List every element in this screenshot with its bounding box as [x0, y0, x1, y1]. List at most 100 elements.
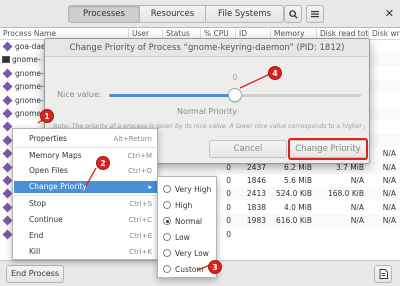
cancel-button[interactable]: Cancel	[209, 140, 287, 158]
process-icon	[2, 95, 13, 106]
cell-disk-write: N/A	[382, 189, 396, 199]
process-icon	[2, 148, 13, 159]
process-info-button[interactable]	[374, 265, 392, 283]
priority-option-label: High	[175, 200, 193, 210]
priority-high[interactable]: High	[160, 197, 216, 213]
process-name-label: gnome-	[12, 55, 41, 65]
search-button[interactable]	[284, 5, 302, 23]
end-process-button[interactable]: End Process	[6, 265, 64, 283]
close-icon[interactable]: ✕	[385, 7, 394, 20]
tab-file-systems[interactable]: File Systems	[206, 5, 284, 23]
priority-option-label: Normal	[175, 216, 203, 226]
menu-button[interactable]	[306, 5, 324, 23]
annotation-badge-2: 2	[96, 156, 110, 170]
nice-slider-fill	[109, 94, 235, 97]
menu-item-label: Continue	[29, 215, 63, 224]
cell-disk-read: N/A	[350, 216, 364, 226]
process-icon	[2, 202, 13, 213]
menu-item-continue[interactable]: Continue Ctrl+C	[14, 214, 158, 226]
menu-item-accel: Alt+Return	[113, 135, 152, 143]
menu-item-end[interactable]: End Ctrl+E	[14, 230, 158, 242]
cell-memory: 616.0 KiB	[275, 216, 312, 226]
cell-disk-write	[370, 80, 400, 93]
cell-disk-write	[370, 134, 400, 147]
nice-slider-handle[interactable]	[228, 88, 242, 102]
priority-normal[interactable]: Normal	[160, 213, 216, 229]
menu-item-accel: Ctrl+M	[127, 152, 152, 160]
tab-resources[interactable]: Resources	[140, 5, 206, 23]
cell-disk-write: N/A	[382, 216, 396, 226]
menu-item-kill[interactable]: Kill Ctrl+K	[14, 246, 158, 258]
process-icon	[2, 162, 13, 173]
document-info-icon	[379, 269, 388, 279]
menu-item-label: Properties	[29, 134, 67, 143]
cell-disk-write: N/A	[382, 202, 396, 212]
cell-disk-read: 168.0 KiB	[327, 189, 364, 199]
menu-item-stop[interactable]: Stop Ctrl+S	[14, 198, 158, 210]
menu-item-properties[interactable]: Properties Alt+Return	[14, 133, 158, 145]
nice-value-label: Nice value:	[57, 90, 102, 99]
annotation-badge-1: 1	[40, 109, 54, 123]
priority-low[interactable]: Low	[160, 229, 216, 245]
cell-id	[236, 228, 270, 241]
process-icon	[2, 81, 13, 92]
dialog-title: Change Priority of Process “gnome-keyrin…	[45, 39, 369, 57]
radio-icon	[163, 233, 171, 241]
cell-disk-write	[370, 120, 400, 133]
hamburger-menu-icon	[311, 11, 319, 18]
radio-icon	[163, 201, 171, 209]
cell-disk-read: N/A	[350, 176, 364, 185]
cell-memory: 5.6 MiB	[283, 176, 312, 185]
radio-icon	[163, 185, 171, 193]
priority-description: Normal Priority	[177, 107, 237, 116]
view-tabs: Processes Resources File Systems	[68, 5, 284, 23]
priority-very-high[interactable]: Very High	[160, 181, 216, 197]
menu-item-accel: Ctrl+S	[129, 200, 152, 208]
menu-item-memory-maps[interactable]: Memory Maps Ctrl+M	[14, 150, 158, 162]
menu-item-change-priority[interactable]: Change Priority ▸	[14, 181, 158, 193]
cell-id: 2413	[246, 189, 266, 199]
cell-memory: 4.0 MiB	[283, 202, 312, 212]
cell-disk-write	[370, 228, 400, 241]
menu-item-label: Stop	[29, 199, 47, 208]
menu-item-accel: Ctrl+K	[129, 248, 152, 256]
process-icon	[2, 135, 13, 146]
cell-disk-read	[316, 228, 368, 241]
menu-item-label: Open Files	[29, 166, 68, 175]
menu-separator	[14, 195, 158, 196]
menu-item-open-files[interactable]: Open Files Ctrl+O	[14, 165, 158, 177]
process-icon	[2, 215, 13, 226]
cell-disk-write	[370, 53, 400, 66]
menu-item-label: End	[29, 231, 44, 240]
process-icon	[2, 68, 13, 79]
priority-option-label: Very Low	[175, 248, 209, 258]
cell-disk-write	[370, 40, 400, 53]
process-icon	[2, 41, 13, 52]
cell-memory: 524.0 KiB	[275, 189, 312, 199]
radio-selected-icon	[163, 217, 171, 225]
radio-icon	[163, 265, 171, 273]
priority-very-low[interactable]: Very Low	[160, 245, 216, 261]
cell-memory	[270, 228, 316, 241]
column-disk-write[interactable]: Disk wri	[368, 28, 400, 40]
cell-id: 1846	[246, 176, 266, 185]
process-icon	[2, 229, 13, 240]
tab-processes[interactable]: Processes	[68, 5, 140, 23]
process-icon	[2, 108, 13, 119]
cell-disk-write	[370, 107, 400, 120]
cell-disk-read: N/A	[350, 202, 364, 212]
process-context-menu: Properties Alt+Return Memory Maps Ctrl+M O…	[12, 128, 158, 260]
process-name-label: gnome-	[15, 82, 44, 92]
process-icon	[2, 188, 13, 199]
annotation-badge-3: 3	[208, 260, 222, 274]
menu-item-label: Memory Maps	[29, 151, 82, 160]
annotation-badge-4: 4	[268, 66, 282, 80]
menu-item-label: Kill	[29, 247, 41, 256]
change-priority-highlight	[288, 138, 368, 160]
cell-disk-write: N/A	[382, 162, 396, 172]
menu-item-label: Change Priority	[29, 182, 87, 191]
cell-disk-write	[370, 94, 400, 107]
process-icon	[2, 121, 13, 132]
nice-slider-value: 0	[232, 73, 238, 82]
cell-disk-write	[370, 67, 400, 80]
